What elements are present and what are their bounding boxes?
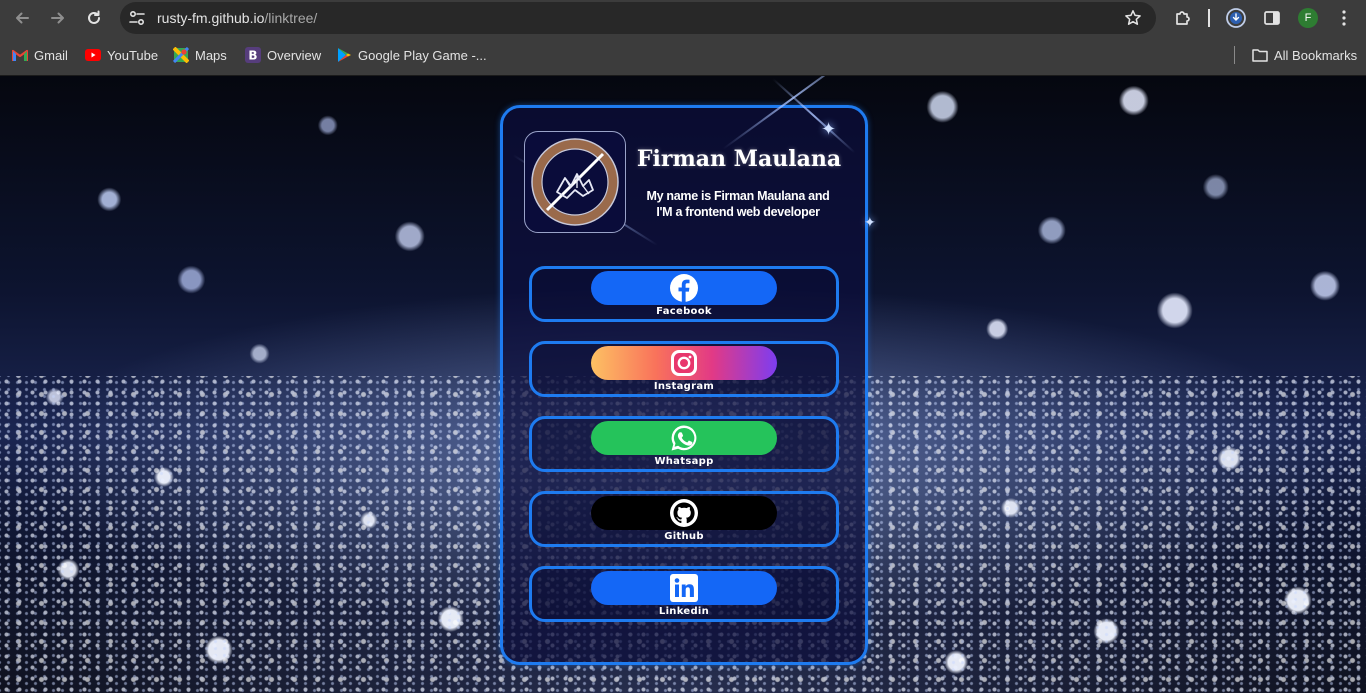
- svg-text:B: B: [248, 49, 257, 63]
- bookmark-gmail[interactable]: Gmail: [12, 36, 68, 74]
- link-label: Github: [664, 531, 704, 542]
- bookmark-maps[interactable]: Maps: [173, 36, 227, 74]
- bookmark-label: Maps: [195, 47, 227, 63]
- folder-icon: [1252, 47, 1268, 63]
- bootstrap-icon: B: [245, 47, 261, 63]
- link-label: Facebook: [656, 306, 712, 317]
- linktree-page: ✦ ✦ Firman Maulana My name is Firman Mau…: [0, 76, 1366, 693]
- kebab-menu-icon: [1342, 10, 1346, 26]
- facebook-pill[interactable]: [591, 271, 777, 305]
- side-panel-button[interactable]: [1261, 7, 1283, 29]
- bookmark-label: YouTube: [107, 47, 159, 63]
- bookmark-overview[interactable]: B Overview: [245, 36, 321, 74]
- bookmark-label: Overview: [267, 47, 322, 63]
- url-path: /linktree/: [264, 10, 318, 26]
- profile-name: Firman Maulana: [636, 146, 842, 172]
- extension-button[interactable]: [1225, 7, 1247, 29]
- link-label: Instagram: [653, 381, 715, 392]
- link-label: Linkedin: [658, 606, 710, 617]
- sparkle-icon: ✦: [864, 215, 876, 231]
- back-button[interactable]: [10, 6, 34, 30]
- browser-toolbar: rusty-fm.github.io/linktree/ F: [0, 0, 1366, 36]
- gmail-icon: [12, 47, 28, 63]
- url-text: rusty-fm.github.io/linktree/: [157, 10, 317, 26]
- profile-bio: My name is Firman Maulana and I'M a fron…: [646, 189, 830, 219]
- instagram-icon: [671, 350, 697, 376]
- toolbar-separator: [1208, 9, 1210, 27]
- bookmark-google-play[interactable]: Google Play Game -...: [336, 36, 487, 74]
- profile-avatar[interactable]: F: [1298, 8, 1318, 28]
- facebook-icon: [670, 274, 698, 302]
- bookmarks-bar: Gmail YouTube Maps B Overview Google Pla…: [0, 36, 1366, 76]
- puzzle-icon: [1176, 11, 1190, 25]
- menu-button[interactable]: [1333, 7, 1355, 29]
- sparkle-icon: ✦: [821, 119, 837, 140]
- bookmark-label: Gmail: [34, 47, 68, 63]
- logo-emblem-icon: [531, 138, 619, 226]
- link-whatsapp[interactable]: Whatsapp: [529, 416, 839, 472]
- download-circle-icon: [1226, 8, 1246, 28]
- forward-button[interactable]: [46, 6, 70, 30]
- extensions-button[interactable]: [1172, 7, 1194, 29]
- site-info-icon[interactable]: [128, 9, 146, 27]
- back-arrow-icon: [16, 12, 29, 24]
- all-bookmarks-button[interactable]: All Bookmarks: [1252, 36, 1357, 74]
- link-facebook[interactable]: Facebook: [529, 266, 839, 322]
- bookmark-youtube[interactable]: YouTube: [85, 36, 158, 74]
- github-icon: [670, 499, 698, 527]
- forward-arrow-icon: [51, 12, 64, 24]
- whatsapp-pill[interactable]: [591, 421, 777, 455]
- profile-logo: [524, 131, 626, 233]
- maps-icon: [173, 47, 189, 63]
- side-panel-icon: [1264, 11, 1280, 25]
- bookmark-star-icon[interactable]: [1124, 9, 1142, 27]
- github-pill[interactable]: [591, 496, 777, 530]
- profile-card: ✦ ✦ Firman Maulana My name is Firman Mau…: [500, 76, 876, 665]
- url-host: rusty-fm.github.io: [157, 10, 265, 26]
- all-bookmarks-label: All Bookmarks: [1274, 47, 1358, 63]
- link-github[interactable]: Github: [529, 491, 839, 547]
- address-bar[interactable]: rusty-fm.github.io/linktree/: [120, 2, 1156, 34]
- youtube-icon: [85, 47, 101, 63]
- link-label: Whatsapp: [654, 456, 714, 467]
- link-instagram[interactable]: Instagram: [529, 341, 839, 397]
- bookmark-label: Google Play Game -...: [358, 47, 487, 63]
- reload-button[interactable]: [82, 6, 106, 30]
- whatsapp-icon: [671, 425, 697, 451]
- instagram-pill[interactable]: [591, 346, 777, 380]
- reload-icon: [88, 10, 100, 24]
- linkedin-icon: [670, 574, 698, 602]
- link-linkedin[interactable]: Linkedin: [529, 566, 839, 622]
- bookmarks-separator: [1234, 46, 1235, 64]
- google-play-icon: [336, 47, 352, 63]
- linkedin-pill[interactable]: [591, 571, 777, 605]
